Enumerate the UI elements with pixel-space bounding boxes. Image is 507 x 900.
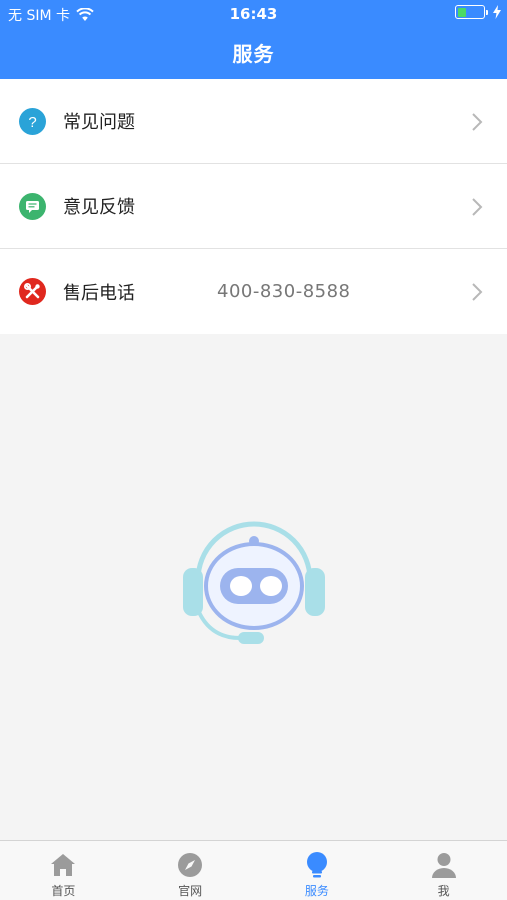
service-row-feedback[interactable]: 意见反馈	[0, 164, 507, 249]
app-header: 无 SIM 卡 16:43 服务	[0, 0, 507, 79]
page-title: 服务	[232, 42, 275, 66]
bottom-tab-bar: 首页 官网 服务 我	[0, 840, 507, 900]
tab-me[interactable]: 我	[380, 841, 507, 900]
lightbulb-icon	[306, 852, 327, 878]
tab-label: 官网	[178, 884, 203, 898]
service-row-label: 售后电话	[63, 282, 135, 304]
home-icon	[51, 854, 76, 876]
feedback-icon	[19, 193, 46, 220]
service-row-hotline[interactable]: 售后电话 400-830-8588	[0, 249, 507, 334]
status-right	[455, 5, 501, 19]
compass-icon	[178, 853, 203, 877]
battery-icon	[455, 5, 488, 19]
chevron-right-icon	[472, 198, 483, 216]
svg-text:?: ?	[28, 114, 36, 131]
repair-tools-icon	[19, 278, 46, 305]
tab-label: 首页	[51, 884, 76, 898]
tab-home[interactable]: 首页	[0, 841, 127, 900]
battery-level	[457, 7, 467, 17]
charging-icon	[493, 5, 501, 19]
service-row-label: 常见问题	[63, 112, 135, 133]
status-bar: 无 SIM 卡 16:43	[0, 0, 507, 28]
user-icon	[431, 853, 456, 878]
tab-label: 我	[437, 884, 450, 898]
chevron-right-icon	[472, 283, 483, 301]
tab-label: 服务	[304, 884, 329, 898]
tab-service[interactable]: 服务	[254, 841, 381, 900]
chevron-right-icon	[472, 113, 483, 131]
service-list: ? 常见问题 意见反馈 售后电话 400-830-8588	[0, 79, 507, 334]
hotline-number[interactable]: 400-830-8588	[217, 281, 351, 302]
service-row-faq[interactable]: ? 常见问题	[0, 79, 507, 164]
service-row-label: 意见反馈	[63, 197, 135, 218]
status-time: 16:43	[229, 5, 278, 23]
customer-service-robot-icon	[183, 521, 325, 644]
tab-website[interactable]: 官网	[127, 841, 254, 900]
question-icon: ?	[19, 108, 46, 135]
